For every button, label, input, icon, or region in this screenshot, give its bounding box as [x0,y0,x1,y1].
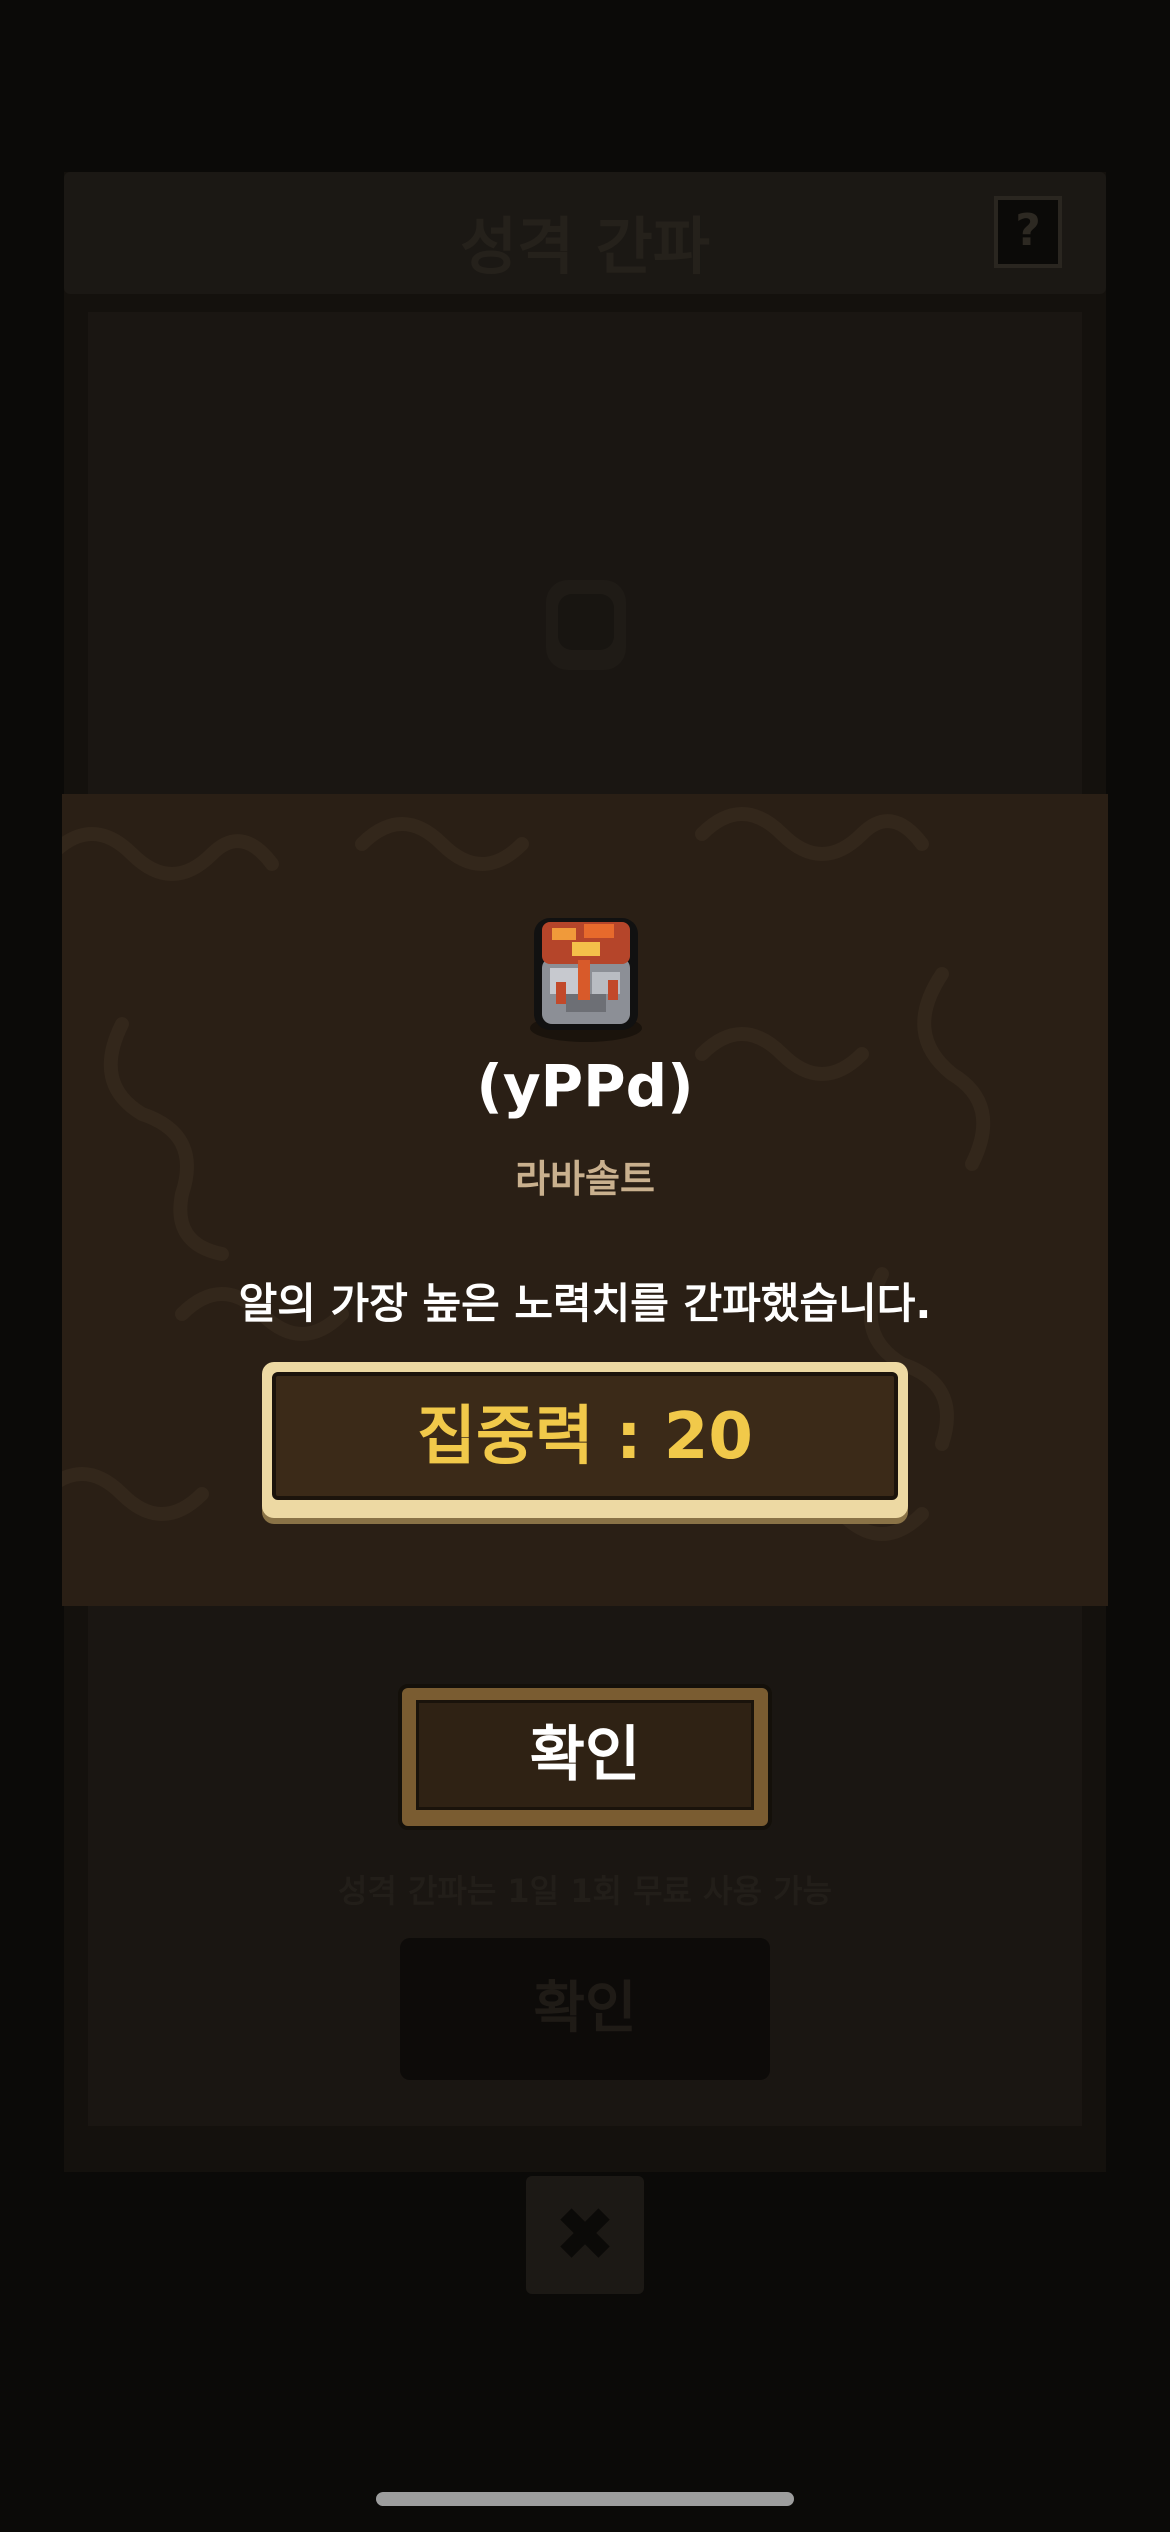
result-message: 알의 가장 높은 노력치를 간파했습니다. [238,1279,932,1328]
close-icon: ✖ [526,2176,644,2294]
home-indicator[interactable] [376,2492,794,2506]
background-hint-text: 성격 간파는 1일 1회 무료 사용 가능 [337,1872,833,1910]
background-confirm-button: 확인 [400,1938,770,2080]
egg-name: (yPPd) [476,1052,694,1120]
confirm-button-label: 확인 [529,1720,641,1790]
help-icon: ? [994,196,1062,268]
stat-result-text: 집중력 : 20 [417,1400,753,1474]
background-egg-icon [546,580,626,670]
confirm-button[interactable]: 확인 [398,1684,772,1830]
egg-type: 라바솔트 [515,1157,655,1201]
lava-egg-icon [530,918,642,1042]
